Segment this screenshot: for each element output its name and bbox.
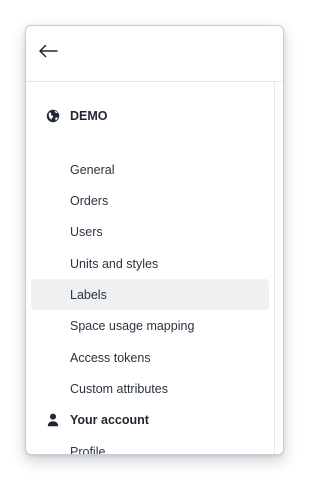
section-title: Your account — [70, 413, 149, 427]
nav-item-users[interactable]: Users — [31, 216, 269, 247]
nav-item-access-tokens[interactable]: Access tokens — [31, 342, 269, 373]
back-button[interactable] — [37, 44, 59, 62]
nav-item-units-and-styles[interactable]: Units and styles — [31, 248, 269, 279]
section-header-demo: DEMO — [46, 106, 108, 126]
nav-item-custom-attributes[interactable]: Custom attributes — [31, 373, 269, 404]
nav-item-general[interactable]: General — [31, 154, 269, 185]
nav-list: DEMO General Orders Users Units and styl… — [26, 82, 283, 454]
panel-header — [26, 26, 283, 82]
nav-item-space-usage-mapping[interactable]: Space usage mapping — [31, 310, 269, 341]
globe-icon — [46, 109, 60, 123]
section-title: DEMO — [70, 109, 108, 123]
nav-item-labels[interactable]: Labels — [31, 279, 269, 310]
settings-nav-panel: DEMO General Orders Users Units and styl… — [25, 25, 284, 455]
nav-item-profile[interactable]: Profile — [31, 436, 269, 455]
section-header-your-account: Your account — [46, 410, 149, 430]
nav-item-orders[interactable]: Orders — [31, 185, 269, 216]
person-icon — [46, 413, 60, 427]
arrow-left-icon — [38, 44, 58, 63]
scrollbar[interactable] — [274, 82, 283, 454]
